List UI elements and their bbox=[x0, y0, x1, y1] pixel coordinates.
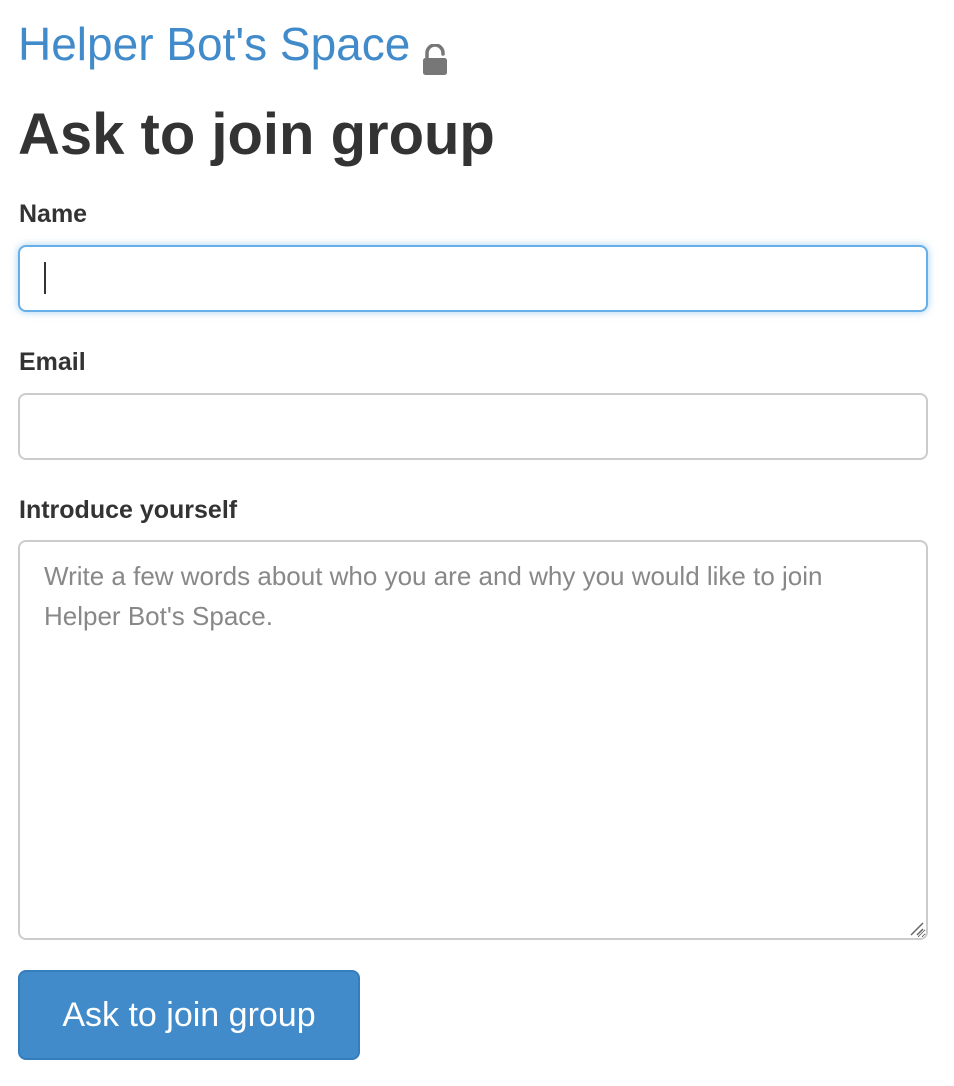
ask-to-join-button[interactable]: Ask to join group bbox=[18, 970, 360, 1060]
group-name: Helper Bot's Space bbox=[18, 18, 411, 70]
page-title: Ask to join group bbox=[18, 102, 495, 167]
name-label: Name bbox=[19, 200, 88, 228]
group-title-link[interactable]: Helper Bot's Space bbox=[18, 14, 448, 75]
email-label: Email bbox=[19, 348, 86, 376]
email-input[interactable] bbox=[18, 393, 928, 460]
introduce-yourself-textarea[interactable] bbox=[18, 540, 928, 940]
name-input[interactable] bbox=[18, 245, 928, 312]
unlocked-padlock-icon bbox=[422, 30, 448, 75]
introduce-yourself-label: Introduce yourself bbox=[19, 496, 238, 524]
resize-grip-icon[interactable] bbox=[908, 920, 924, 936]
text-caret bbox=[44, 262, 46, 294]
